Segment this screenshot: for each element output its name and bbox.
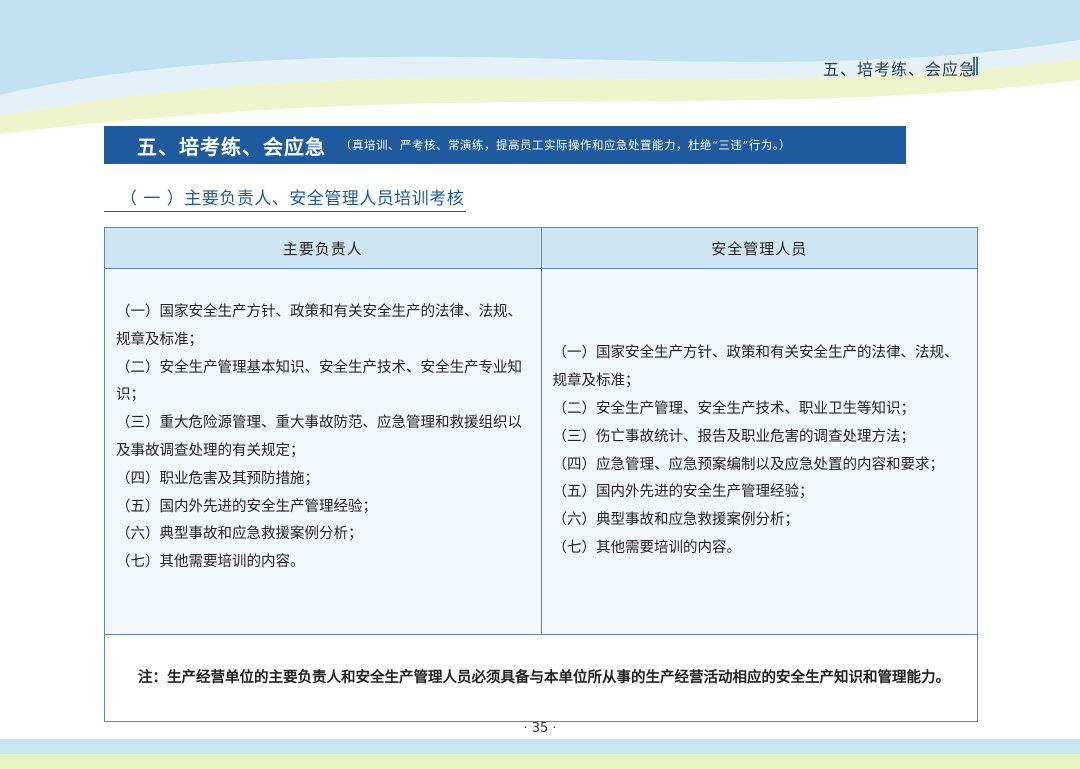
list-item: （四）应急管理、应急预案编制以及应急处置的内容和要求；	[552, 456, 945, 473]
list-item: （七）其他需要培训的内容。	[552, 539, 742, 556]
page-number: · 35 ·	[523, 721, 557, 736]
list-item: （五）国内外先进的安全生产管理经验；	[552, 484, 814, 501]
subsection-heading: （ 一 ）主要负责人、安全管理人员培训考核	[104, 184, 466, 212]
footer-band-blue	[0, 739, 1080, 754]
header-bar-icon	[973, 57, 978, 75]
table-header-row: 主要负责人 安全管理人员	[104, 227, 978, 269]
list-item: （三）重大危险源管理、重大事故防范、应急管理和救援组织以及事故调查处理的有关规定…	[116, 415, 522, 459]
header-principal: 主要负责人	[104, 227, 542, 269]
section-subtitle: （真培训、严考核、常演练，提高员工实际操作和应急处置能力，杜绝“三违”行为。）	[340, 138, 792, 152]
list-item: （四）职业危害及其预防措施；	[116, 470, 319, 487]
safety-manager-training-items: （一）国家安全生产方针、政策和有关安全生产的法律、法规、规章及标准； （二）安全…	[540, 268, 978, 635]
list-item: （二）安全生产管理、安全生产技术、职业卫生等知识；	[552, 400, 916, 417]
list-item: （六）典型事故和应急救援案例分析；	[552, 512, 800, 529]
list-item: （七）其他需要培训的内容。	[116, 554, 305, 571]
training-table: 主要负责人 安全管理人员 （一）国家安全生产方针、政策和有关安全生产的法律、法规…	[104, 227, 978, 722]
list-item: （一）国家安全生产方针、政策和有关安全生产的法律、法规、规章及标准；	[552, 345, 959, 390]
section-title-bar: 五、培考练、会应急 （真培训、严考核、常演练，提高员工实际操作和应急处置能力，杜…	[104, 126, 906, 164]
table-content-row: （一）国家安全生产方针、政策和有关安全生产的法律、法规、规章及标准； （二）安全…	[104, 268, 978, 635]
list-item: （五）国内外先进的安全生产管理经验；	[116, 498, 377, 515]
note-label: 注：	[138, 669, 167, 686]
header-section-tag: 五、培考练、会应急	[822, 60, 976, 79]
footer-band-green	[0, 754, 1080, 769]
header-safety-managers: 安全管理人员	[540, 227, 978, 269]
section-title: 五、培考练、会应急	[137, 134, 326, 159]
list-item: （一）国家安全生产方针、政策和有关安全生产的法律、法规、规章及标准；	[116, 304, 522, 348]
principal-training-items: （一）国家安全生产方针、政策和有关安全生产的法律、法规、规章及标准； （二）安全…	[104, 268, 542, 635]
table-note-row: 注：生产经营单位的主要负责人和安全生产管理人员必须具备与本单位所从事的生产经营活…	[104, 634, 978, 722]
list-item: （二）安全生产管理基本知识、安全生产技术、安全生产专业知识；	[116, 359, 522, 404]
note-text: 生产经营单位的主要负责人和安全生产管理人员必须具备与本单位所从事的生产经营活动相…	[167, 669, 950, 686]
list-item: （六）典型事故和应急救援案例分析；	[116, 526, 363, 543]
list-item: （三）伤亡事故统计、报告及职业危害的调查处理方法；	[552, 428, 916, 445]
table-note: 注：生产经营单位的主要负责人和安全生产管理人员必须具备与本单位所从事的生产经营活…	[104, 634, 978, 722]
